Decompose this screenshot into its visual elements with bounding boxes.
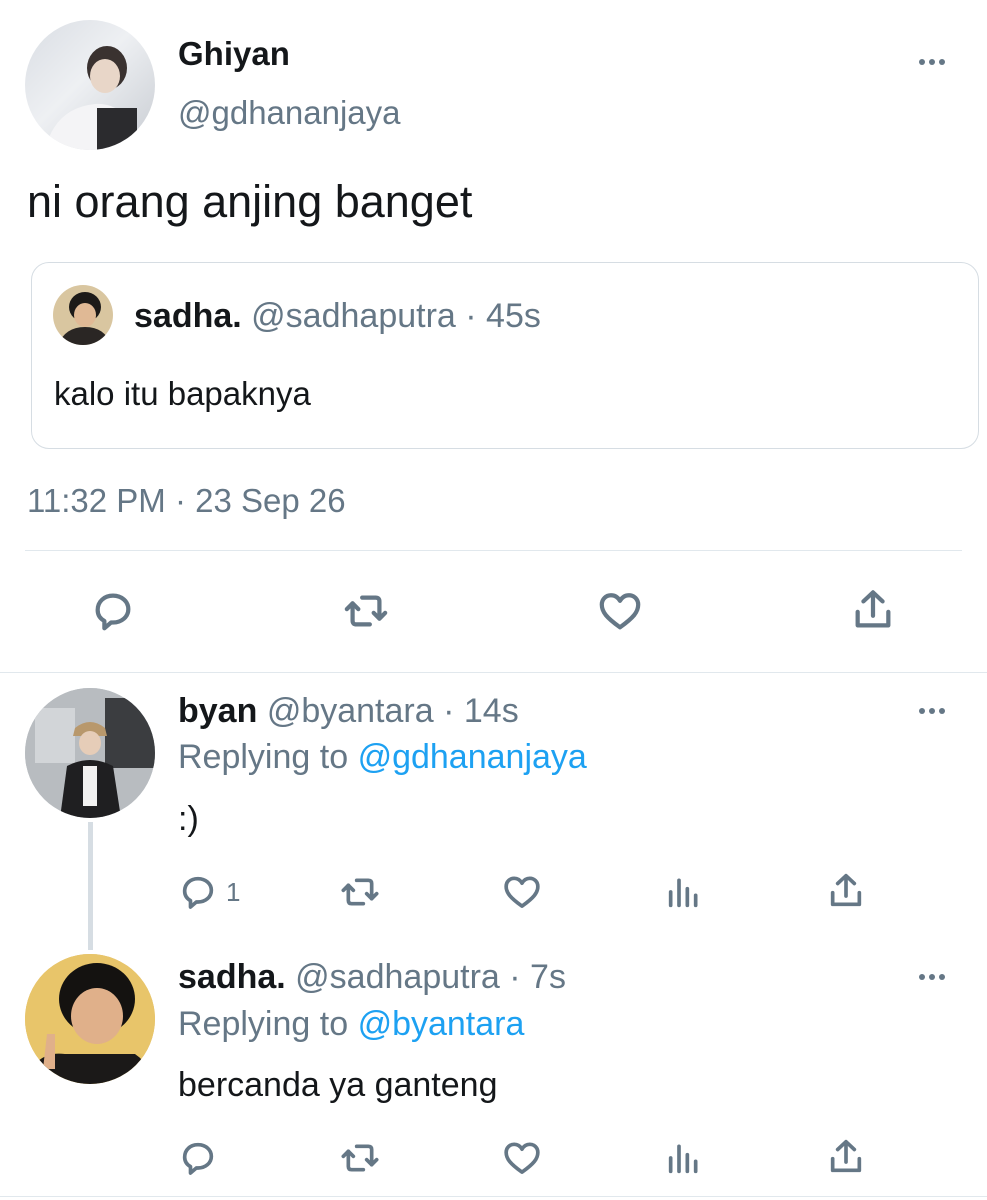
author-avatar[interactable]	[25, 20, 155, 150]
analytics-icon	[668, 1144, 698, 1174]
reply-icon	[95, 593, 131, 631]
analytics-button[interactable]	[664, 872, 704, 917]
reply-avatar[interactable]	[25, 688, 155, 818]
author-handle[interactable]: @gdhananjaya	[178, 94, 401, 132]
replying-to-link[interactable]: @byantara	[358, 1005, 525, 1043]
tweet-timestamp[interactable]: 11:32 PM · 23 Sep 26	[27, 482, 346, 520]
replying-to-link[interactable]: @gdhananjaya	[358, 738, 587, 776]
retweet-button[interactable]	[342, 588, 390, 639]
like-button[interactable]	[500, 1138, 544, 1183]
author-display-name[interactable]: Ghiyan	[178, 35, 290, 73]
reply-text: :)	[178, 800, 199, 838]
reply-button[interactable]	[178, 1138, 218, 1183]
share-icon	[855, 590, 891, 628]
reply-count: 1	[226, 876, 241, 907]
more-icon[interactable]	[919, 59, 945, 65]
reply-handle[interactable]: @byantara	[267, 692, 434, 730]
divider	[0, 672, 987, 673]
quoted-time: · 45s	[465, 297, 541, 335]
retweet-icon	[341, 1144, 379, 1172]
retweet-button[interactable]	[338, 1138, 382, 1183]
share-icon	[830, 873, 862, 907]
like-icon	[504, 876, 540, 908]
like-icon	[599, 593, 641, 630]
like-button[interactable]	[596, 588, 644, 639]
more-icon[interactable]	[919, 974, 945, 980]
replying-to-label: Replying to	[178, 738, 349, 776]
replying-to-label: Replying to	[178, 1005, 349, 1043]
share-icon	[830, 1139, 862, 1173]
quoted-author-avatar	[53, 285, 113, 345]
reply-icon	[182, 876, 214, 909]
reply-display-name[interactable]: sadha.	[178, 958, 286, 996]
reply-handle[interactable]: @sadhaputra	[295, 958, 500, 996]
quoted-handle: @sadhaputra	[251, 297, 456, 335]
reply-time: · 14s	[443, 692, 519, 730]
like-icon	[504, 1142, 540, 1174]
quoted-text: kalo itu bapaknya	[54, 375, 311, 412]
retweet-button[interactable]	[338, 872, 382, 917]
thread-line	[88, 822, 93, 950]
reply-display-name[interactable]: byan	[178, 692, 257, 730]
divider	[0, 1196, 987, 1197]
divider	[25, 550, 962, 551]
analytics-icon	[668, 878, 698, 908]
reply-button[interactable]	[90, 588, 136, 639]
share-button[interactable]	[850, 586, 896, 639]
reply-time: · 7s	[509, 958, 566, 996]
reply-avatar[interactable]	[25, 954, 155, 1084]
retweet-icon	[344, 595, 388, 627]
reply-text: bercanda ya ganteng	[178, 1066, 498, 1104]
reply-button[interactable]: 1	[178, 872, 240, 912]
quoted-tweet-card[interactable]: sadha. @sadhaputra · 45s kalo itu bapakn…	[31, 262, 979, 449]
share-button[interactable]	[826, 1136, 866, 1183]
quoted-display-name: sadha.	[134, 297, 242, 335]
share-button[interactable]	[826, 870, 866, 917]
like-button[interactable]	[500, 872, 544, 917]
tweet-text: ni orang anjing banget	[27, 176, 473, 227]
reply-icon	[182, 1142, 214, 1175]
retweet-icon	[341, 878, 379, 906]
more-icon[interactable]	[919, 708, 945, 714]
analytics-button[interactable]	[664, 1138, 704, 1183]
